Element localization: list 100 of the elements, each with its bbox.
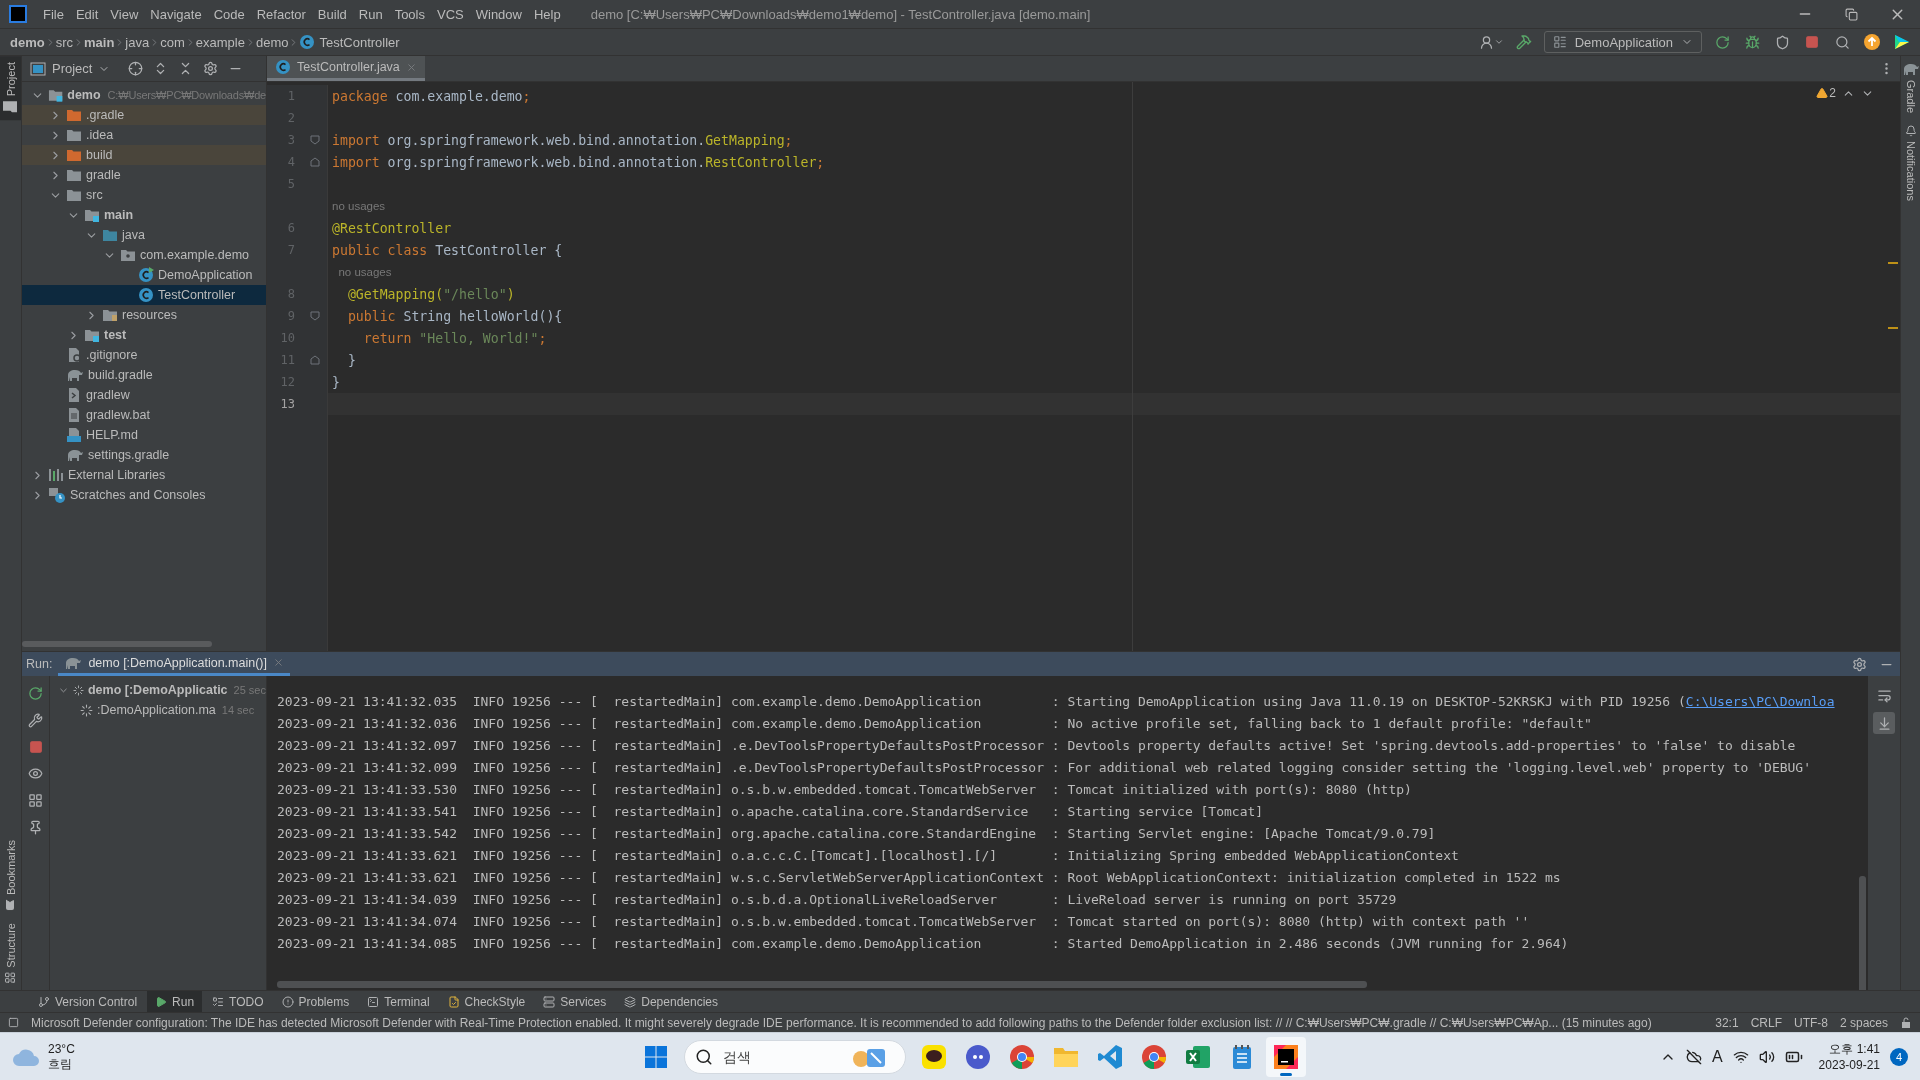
editor-tab[interactable]: TestController.java: [267, 56, 425, 81]
breadcrumb[interactable]: TestController: [299, 34, 400, 50]
menu-item[interactable]: Navigate: [144, 0, 208, 28]
menu-item[interactable]: Build: [311, 0, 353, 28]
usage-hint[interactable]: no usages: [332, 200, 386, 212]
settings-icon[interactable]: [1852, 656, 1867, 672]
tree-item[interactable]: demo C:₩Users₩PC₩Downloads₩de: [22, 85, 266, 105]
usage-hint[interactable]: no usages: [332, 266, 392, 278]
search-field[interactable]: 검색: [721, 1047, 841, 1066]
tree-item[interactable]: test: [22, 325, 266, 345]
tree-item[interactable]: External Libraries: [22, 465, 266, 485]
menu-item[interactable]: Window: [469, 0, 528, 28]
breadcrumb[interactable]: src: [55, 34, 73, 50]
input-method-indicator[interactable]: A: [1711, 1047, 1723, 1066]
tree-item[interactable]: gradlew.bat: [22, 405, 266, 425]
file-link[interactable]: C:\Users\PC\Downloa: [1685, 693, 1835, 709]
scrollbar-thumb[interactable]: [22, 641, 212, 647]
menu-item[interactable]: Code: [207, 0, 251, 28]
tool-window-tab[interactable]: Version Control: [30, 990, 146, 1013]
tree-item[interactable]: build: [22, 145, 266, 165]
project-view-dropdown[interactable]: Project: [30, 61, 111, 76]
tree-item[interactable]: gradlew: [22, 385, 266, 405]
wrench-icon[interactable]: [28, 713, 43, 728]
locate-icon[interactable]: [128, 61, 144, 76]
windows-icon[interactable]: [644, 1044, 668, 1069]
notification-badge[interactable]: 4: [1890, 1047, 1908, 1066]
tree-item[interactable]: main: [22, 205, 266, 225]
layout-icon[interactable]: [28, 793, 43, 808]
tree-item[interactable]: java: [22, 225, 266, 245]
tree-item[interactable]: com.example.demo: [22, 245, 266, 265]
menu-item[interactable]: Help: [527, 0, 567, 28]
scrollbar-thumb[interactable]: [277, 981, 1367, 988]
stop-icon[interactable]: [28, 740, 43, 754]
pin-icon[interactable]: [28, 820, 43, 835]
tool-window-tab[interactable]: Terminal: [359, 990, 438, 1013]
tree-item[interactable]: src: [22, 185, 266, 205]
speaker-icon[interactable]: [1758, 1048, 1775, 1065]
warning-marker[interactable]: [1888, 262, 1898, 264]
tool-window-tab[interactable]: Structure: [0, 917, 21, 990]
breadcrumb[interactable]: main: [84, 34, 115, 50]
menu-item[interactable]: Edit: [69, 0, 105, 28]
caret-position[interactable]: 32:1: [1715, 1015, 1739, 1030]
warning-marker[interactable]: [1888, 327, 1898, 329]
settings-icon[interactable]: [203, 61, 219, 76]
clock[interactable]: 오후 1:41 2023-09-21: [1818, 1040, 1880, 1073]
window-icon[interactable]: [1552, 35, 1567, 49]
tool-window-tab[interactable]: Gradle: [1901, 56, 1920, 120]
fold-marker-icon[interactable]: [310, 135, 320, 145]
cloud-off-icon[interactable]: [1685, 1048, 1702, 1065]
tool-window-tab[interactable]: TODO: [204, 990, 272, 1013]
tool-window-tab[interactable]: Services: [535, 990, 615, 1013]
user-icon[interactable]: [1478, 34, 1494, 50]
breadcrumb[interactable]: example: [195, 34, 245, 50]
tool-window-tab[interactable]: Bookmarks: [0, 834, 21, 918]
run-tree-item[interactable]: :DemoApplication.ma 14 sec: [50, 700, 266, 720]
fold-marker-icon[interactable]: [310, 355, 320, 365]
lock-icon[interactable]: [1900, 1016, 1912, 1029]
fold-marker-icon[interactable]: [310, 311, 320, 321]
caret-icon[interactable]: [1493, 37, 1504, 47]
search-bar[interactable]: 검색: [684, 1039, 906, 1074]
menu-item[interactable]: Refactor: [250, 0, 312, 28]
menu-item[interactable]: Run: [352, 0, 389, 28]
breadcrumb[interactable]: demo: [255, 34, 289, 50]
tool-window-tab[interactable]: Notifications: [1901, 119, 1920, 207]
run-configuration-dropdown[interactable]: DemoApplication: [1543, 31, 1702, 53]
tool-window-tab[interactable]: CheckStyle: [439, 990, 534, 1013]
tree-item[interactable]: HELP.md: [22, 425, 266, 445]
tree-item[interactable]: resources: [22, 305, 266, 325]
file-encoding[interactable]: UTF-8: [1793, 1015, 1828, 1030]
tree-item[interactable]: Scratches and Consoles: [22, 485, 266, 505]
status-message[interactable]: Microsoft Defender configuration: The IDE has detected Microsoft Defender with Real-Time Protection enabled. It might severely degrade IDE performance. It is recommended to add following paths to the Defender folder exclusion list: // // C:₩Users₩PC₩.gradle // C:₩Users₩PC₩Ap... (15 minutes ago): [31, 1015, 1704, 1030]
tool-window-tab[interactable]: Project: [0, 56, 21, 121]
breadcrumb[interactable]: demo: [10, 34, 45, 50]
window-icon[interactable]: [30, 61, 46, 76]
tool-window-tab[interactable]: Dependencies: [616, 990, 726, 1013]
breadcrumb[interactable]: com: [160, 34, 185, 50]
menu-item[interactable]: View: [104, 0, 145, 28]
tree-item[interactable]: .gitignore: [22, 345, 266, 365]
tool-window-tab[interactable]: Run: [147, 990, 203, 1013]
menu-item[interactable]: Tools: [388, 0, 431, 28]
taskbar-app-button[interactable]: [1266, 1036, 1306, 1077]
fold-marker-icon[interactable]: [310, 157, 320, 167]
scrollbar-thumb[interactable]: [1859, 876, 1866, 990]
tree-item[interactable]: DemoApplication: [22, 265, 266, 285]
menu-item[interactable]: VCS: [431, 0, 470, 28]
breadcrumb[interactable]: java: [125, 34, 150, 50]
warning-count[interactable]: 2: [1816, 86, 1836, 100]
tree-item[interactable]: .idea: [22, 125, 266, 145]
line-separator[interactable]: CRLF: [1750, 1015, 1782, 1030]
tool-window-tab[interactable]: Problems: [273, 990, 358, 1013]
indent-setting[interactable]: 2 spaces: [1839, 1015, 1888, 1030]
eye-icon[interactable]: [28, 766, 43, 781]
search-icon[interactable]: [695, 1047, 713, 1066]
restore-icon[interactable]: [1844, 7, 1858, 21]
tree-item[interactable]: settings.gradle: [22, 445, 266, 465]
tree-item[interactable]: gradle: [22, 165, 266, 185]
tree-item[interactable]: TestController: [22, 285, 266, 305]
rerun-icon[interactable]: [28, 686, 43, 701]
menu-item[interactable]: File: [37, 0, 70, 28]
tree-item[interactable]: .gradle: [22, 105, 266, 125]
